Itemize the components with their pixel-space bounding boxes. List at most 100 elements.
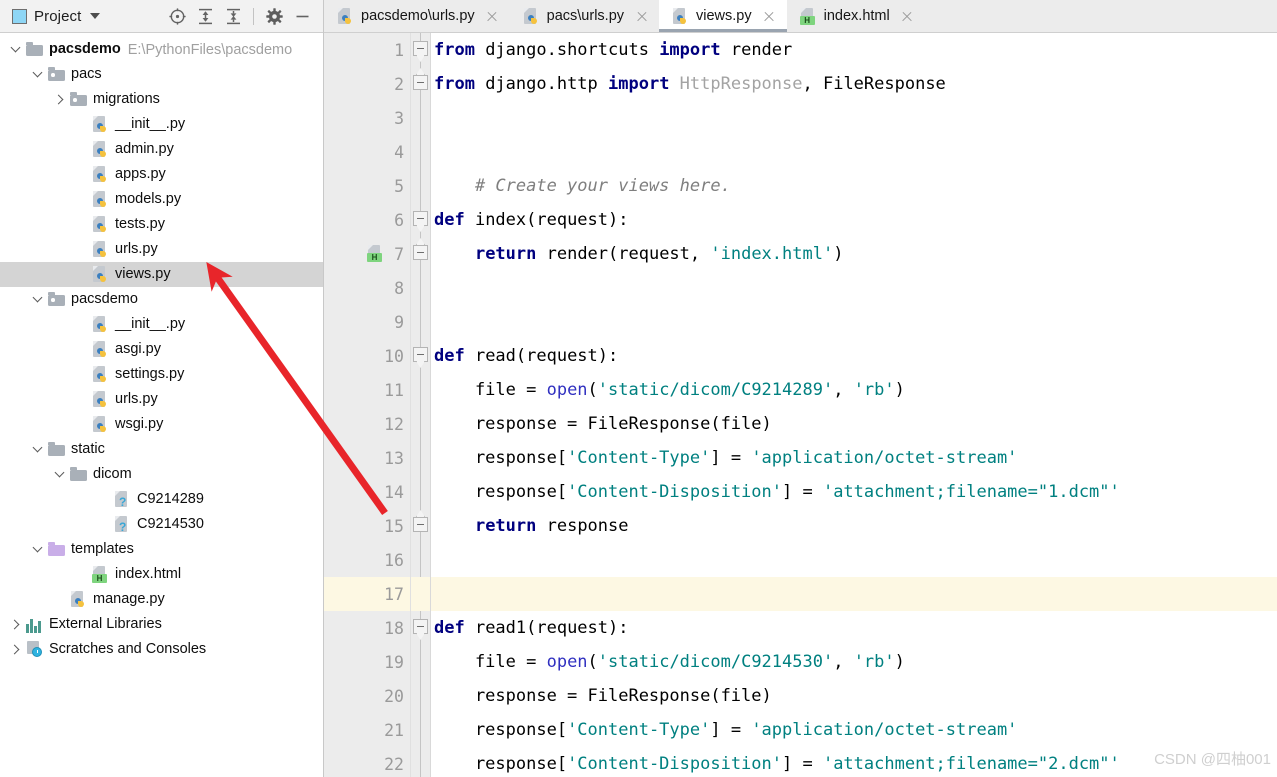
editor-tab-pacsdemo-urls-py[interactable]: pacsdemo\urls.py (324, 0, 510, 32)
code-line[interactable]: response = FileResponse(file) (431, 407, 1277, 441)
tree-node-manage-py[interactable]: manage.py (0, 587, 323, 612)
close-icon[interactable] (486, 10, 499, 23)
code-line[interactable]: def index(request): (431, 203, 1277, 237)
tree-node-c9214289[interactable]: ? C9214289 (0, 487, 323, 512)
tree-node-c9214530[interactable]: ? C9214530 (0, 512, 323, 537)
editor-tab-index-html[interactable]: Hindex.html (786, 0, 925, 32)
code-folding-strip[interactable] (411, 33, 431, 777)
tree-node-init-py[interactable]: __init__.py (0, 312, 323, 337)
tree-node-templates[interactable]: templates (0, 537, 323, 562)
expand-all-icon[interactable] (192, 3, 218, 29)
tree-node-migrations[interactable]: migrations (0, 87, 323, 112)
tree-node-asgi-py[interactable]: asgi.py (0, 337, 323, 362)
code-line[interactable] (431, 577, 1277, 611)
tree-node-scratches-and-consoles[interactable]: Scratches and Consoles (0, 637, 323, 662)
code-line[interactable]: from django.http import HttpResponse, Fi… (431, 67, 1277, 101)
scratches-consoles-icon (26, 641, 43, 658)
tree-node-admin-py[interactable]: admin.py (0, 137, 323, 162)
project-tree[interactable]: pacsdemo E:\PythonFiles\pacsdemo pacs migra… (0, 33, 323, 777)
code-line[interactable]: response['Content-Type'] = 'application/… (431, 713, 1277, 747)
project-panel-toolbar: Project (0, 0, 323, 33)
tree-node-external-libraries[interactable]: External Libraries (0, 612, 323, 637)
settings-gear-icon[interactable] (261, 3, 287, 29)
fold-region-start-icon[interactable] (413, 211, 428, 226)
code-line[interactable]: response = FileResponse(file) (431, 679, 1277, 713)
tree-node-apps-py[interactable]: apps.py (0, 162, 323, 187)
collapse-all-icon[interactable] (220, 3, 246, 29)
tree-node-static[interactable]: static (0, 437, 323, 462)
line-number: 18 (384, 618, 404, 638)
chevron-down-icon[interactable] (31, 292, 46, 307)
tree-node-tests-py[interactable]: tests.py (0, 212, 323, 237)
editor-tab-bar[interactable]: pacsdemo\urls.py pacs\urls.py views.py Hind… (324, 0, 1277, 33)
chevron-down-icon[interactable] (53, 467, 68, 482)
code-line[interactable]: file = open('static/dicom/C9214530', 'rb… (431, 645, 1277, 679)
chevron-right-icon[interactable] (9, 642, 24, 657)
hide-panel-icon[interactable] (289, 3, 315, 29)
tree-node-views-py[interactable]: views.py (0, 262, 323, 287)
tree-node-pacsdemo[interactable]: pacsdemo (0, 287, 323, 312)
tree-node-models-py[interactable]: models.py (0, 187, 323, 212)
code-token: file = (434, 380, 547, 400)
tree-node-urls-py[interactable]: urls.py (0, 237, 323, 262)
editor-tab-pacs-urls-py[interactable]: pacs\urls.py (509, 0, 660, 32)
code-line[interactable]: from django.shortcuts import render (431, 33, 1277, 67)
locate-target-icon[interactable] (164, 3, 190, 29)
python-file-icon (92, 416, 109, 433)
fold-region-end-icon[interactable] (413, 245, 428, 260)
code-content[interactable]: from django.shortcuts import render from … (431, 33, 1277, 777)
code-line[interactable] (431, 305, 1277, 339)
chevron-down-icon[interactable] (90, 13, 101, 19)
close-icon[interactable] (763, 10, 776, 23)
tree-node-urls-py[interactable]: urls.py (0, 387, 323, 412)
html-template-reference-icon[interactable]: H (367, 245, 384, 263)
fold-region-start-icon[interactable] (413, 41, 428, 56)
chevron-right-icon[interactable] (53, 92, 68, 107)
tree-node-pacs[interactable]: pacs (0, 62, 323, 87)
tree-node-settings-py[interactable]: settings.py (0, 362, 323, 387)
code-line[interactable]: return response (431, 509, 1277, 543)
code-token: 'attachment;filename="2.dcm"' (822, 754, 1120, 774)
code-line[interactable]: response['Content-Disposition'] = 'attac… (431, 475, 1277, 509)
project-tool-window-button[interactable]: Project (6, 8, 101, 25)
close-icon[interactable] (901, 10, 914, 23)
code-line[interactable]: response['Content-Type'] = 'application/… (431, 441, 1277, 475)
code-editor[interactable]: 1 2 3 4 5 6 7 H 8 9 10 11 12 13 14 15 16 17 18 19 20 21 22 fro… (324, 33, 1277, 777)
chevron-right-icon[interactable] (9, 617, 24, 632)
chevron-down-icon[interactable] (9, 42, 24, 57)
tree-node-dicom[interactable]: dicom (0, 462, 323, 487)
code-line[interactable]: def read1(request): (431, 611, 1277, 645)
code-line[interactable]: def read(request): (431, 339, 1277, 373)
chevron-down-icon[interactable] (31, 542, 46, 557)
code-line[interactable] (431, 135, 1277, 169)
fold-region-start-icon[interactable] (413, 347, 428, 362)
fold-region-end-icon[interactable] (413, 517, 428, 532)
code-line[interactable] (431, 271, 1277, 305)
close-icon[interactable] (635, 10, 648, 23)
code-line[interactable]: file = open('static/dicom/C9214289', 'rb… (431, 373, 1277, 407)
code-line[interactable] (431, 543, 1277, 577)
code-line[interactable]: # Create your views here. (431, 169, 1277, 203)
python-file-icon (92, 141, 109, 158)
tree-node-wsgi-py[interactable]: wsgi.py (0, 412, 323, 437)
fold-region-end-icon[interactable] (413, 75, 428, 90)
chevron-down-icon[interactable] (31, 67, 46, 82)
tree-node-pacsdemo[interactable]: pacsdemo E:\PythonFiles\pacsdemo (0, 37, 323, 62)
code-line[interactable]: return render(request, 'index.html') (431, 237, 1277, 271)
fold-row (411, 237, 430, 271)
code-line[interactable]: response['Content-Disposition'] = 'attac… (431, 747, 1277, 777)
python-file-icon (92, 241, 109, 258)
tree-node-label: __init__.py (115, 116, 186, 133)
editor-tab-views-py[interactable]: views.py (659, 0, 787, 32)
code-line[interactable] (431, 101, 1277, 135)
chevron-down-icon[interactable] (31, 442, 46, 457)
tree-node-index-html[interactable]: Hindex.html (0, 562, 323, 587)
tree-node-init-py[interactable]: __init__.py (0, 112, 323, 137)
code-token: 'index.html' (710, 244, 834, 264)
fold-region-start-icon[interactable] (413, 619, 428, 634)
fold-row (411, 747, 430, 777)
